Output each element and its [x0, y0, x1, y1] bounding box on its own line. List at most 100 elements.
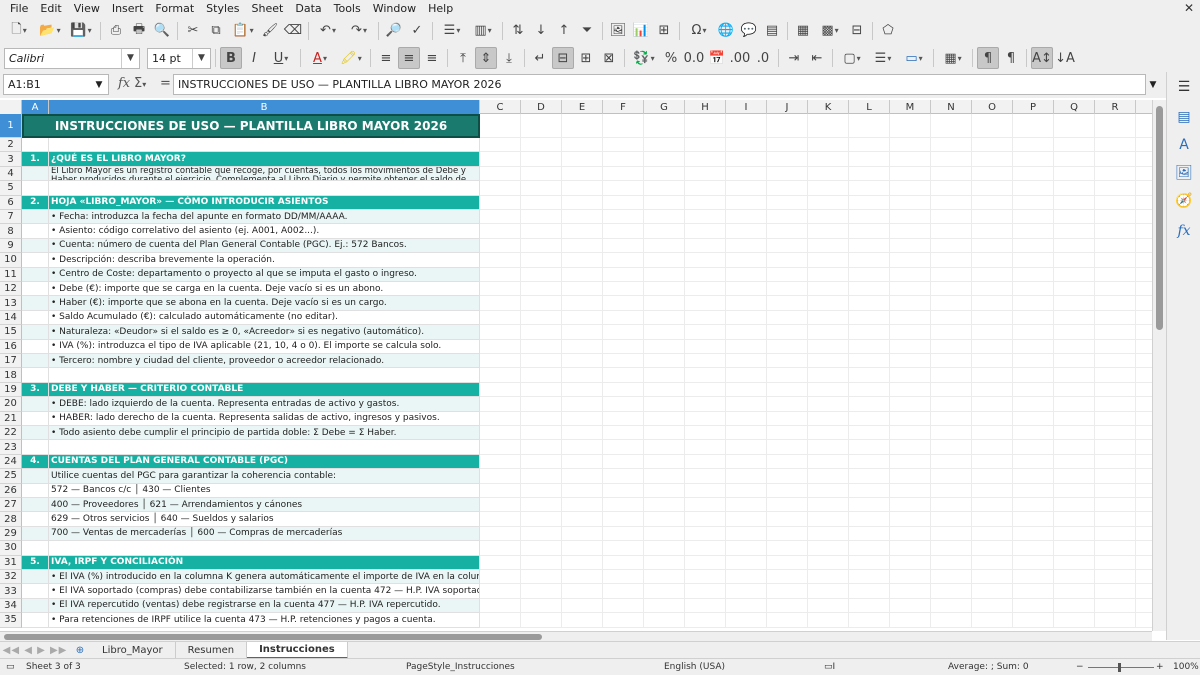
title-cell[interactable]: INSTRUCCIONES DE USO — PLANTILLA LIBRO M… [22, 114, 480, 138]
cell-b[interactable]: • El IVA (%) introducido en la columna K… [49, 570, 480, 585]
empty-cells[interactable] [480, 354, 1152, 369]
status-zoom[interactable]: 100% [1173, 662, 1199, 672]
row-header[interactable]: 3 [0, 152, 22, 167]
empty-cells[interactable] [480, 296, 1152, 311]
font-name-combo[interactable]: Calibri ▼ [4, 47, 140, 69]
cell-b[interactable]: • Tercero: nombre y ciudad del cliente, … [49, 354, 480, 369]
cell-a[interactable] [22, 469, 49, 484]
special-character-icon[interactable]: Ω [684, 20, 714, 42]
align-top-icon[interactable]: ⤒ [452, 47, 474, 69]
menu-data[interactable]: Data [289, 0, 327, 17]
cell-b[interactable]: • Para retenciones de IRPF utilice la cu… [49, 613, 480, 628]
align-right-icon[interactable]: ≡ [421, 47, 443, 69]
increase-indent-icon[interactable]: ⇥ [783, 47, 805, 69]
empty-cells[interactable] [480, 166, 1152, 182]
empty-cells[interactable] [480, 570, 1152, 585]
cell-a[interactable]: 3. [22, 382, 49, 398]
insert-image-icon[interactable]: 🖼 [607, 20, 629, 42]
scroll-thumb[interactable] [4, 634, 542, 640]
row-header[interactable]: 19 [0, 382, 22, 398]
cell-a[interactable] [22, 267, 49, 282]
italic-icon[interactable]: I [243, 47, 265, 69]
tab-resumen[interactable]: Resumen [176, 641, 248, 659]
number-format-icon[interactable]: 0.0 [683, 47, 705, 69]
function-wizard-icon[interactable]: fx [118, 76, 130, 91]
select-all-corner[interactable] [0, 100, 22, 114]
cell-a[interactable] [22, 483, 49, 498]
row-header[interactable]: 9 [0, 238, 22, 254]
menu-view[interactable]: View [68, 0, 106, 17]
tab-libro-mayor[interactable]: Libro_Mayor [90, 641, 176, 659]
cell-a[interactable] [22, 238, 49, 254]
cell-b[interactable]: 629 — Otros servicios │ 640 — Sueldos y … [49, 512, 480, 527]
empty-cells[interactable] [480, 469, 1152, 484]
menu-format[interactable]: Format [149, 0, 200, 17]
cell-a[interactable] [22, 512, 49, 527]
row-header[interactable]: 12 [0, 282, 22, 297]
cell-b[interactable]: • HABER: lado derecho de la cuenta. Repr… [49, 411, 480, 426]
zoom-in-icon[interactable]: + [1156, 662, 1164, 672]
row-header[interactable]: 27 [0, 498, 22, 513]
section-heading-cell[interactable]: DEBE Y HABER — CRITERIO CONTABLE [49, 382, 480, 398]
empty-cells[interactable] [480, 498, 1152, 513]
formula-icon[interactable]: = [160, 76, 171, 91]
cell-b[interactable]: • Naturaleza: «Deudor» si el saldo es ≥ … [49, 325, 480, 340]
cell-a[interactable] [22, 210, 49, 225]
menu-edit[interactable]: Edit [34, 0, 67, 17]
row-header[interactable]: 30 [0, 541, 22, 556]
autofilter-icon[interactable]: ⏷ [576, 20, 598, 42]
cell-b[interactable]: Utilice cuentas del PGC para garantizar … [49, 469, 480, 484]
close-document-icon[interactable]: ✕ [1184, 0, 1194, 17]
header-footer-icon[interactable]: ▤ [761, 20, 783, 42]
empty-cells[interactable] [480, 253, 1152, 268]
menu-tools[interactable]: Tools [328, 0, 367, 17]
column-header-n[interactable]: N [931, 100, 972, 114]
cell-b[interactable]: • El IVA soportado (compras) debe contab… [49, 584, 480, 599]
cell-b[interactable]: • Saldo Acumulado (€): calculado automát… [49, 310, 480, 326]
cell-a[interactable] [22, 411, 49, 426]
row-header[interactable]: 22 [0, 426, 22, 441]
zoom-slider[interactable] [1088, 667, 1154, 668]
menu-window[interactable]: Window [367, 0, 422, 17]
empty-cells[interactable] [480, 195, 1152, 210]
row-header[interactable]: 34 [0, 598, 22, 614]
row-header[interactable]: 29 [0, 526, 22, 542]
font-size-combo[interactable]: 14 pt ▼ [147, 47, 211, 69]
cell-b[interactable]: 700 — Ventas de mercaderías │ 600 — Comp… [49, 526, 480, 542]
copy-icon[interactable]: ⧉ [205, 20, 227, 42]
print-preview-icon[interactable]: 🔍 [151, 20, 173, 42]
column-header-c[interactable]: C [480, 100, 521, 114]
conditional-format-icon[interactable]: ▦ [938, 47, 968, 69]
empty-cells[interactable] [480, 598, 1152, 614]
column-header-g[interactable]: G [644, 100, 685, 114]
row-header[interactable]: 5 [0, 181, 22, 196]
formula-input[interactable]: INSTRUCCIONES DE USO — PLANTILLA LIBRO M… [173, 74, 1146, 95]
row-header[interactable]: 31 [0, 555, 22, 570]
navigator-icon[interactable]: 🧭 [1173, 190, 1195, 212]
empty-cells[interactable] [480, 368, 1152, 383]
font-color-icon[interactable]: A [305, 47, 335, 69]
hyperlink-icon[interactable]: 🌐 [715, 20, 737, 42]
gallery-icon[interactable]: 🖼 [1173, 162, 1195, 184]
empty-cells[interactable] [480, 613, 1152, 628]
cell-a[interactable] [22, 584, 49, 599]
status-page-style[interactable]: PageStyle_Instrucciones [406, 662, 515, 672]
empty-cells[interactable] [480, 152, 1152, 167]
cell-a[interactable] [22, 224, 49, 239]
cell-a[interactable] [22, 526, 49, 542]
name-box[interactable]: A1:B1 ▼ [3, 74, 109, 95]
functions-icon[interactable]: fx [1173, 220, 1195, 242]
empty-cells[interactable] [480, 555, 1152, 570]
row-header[interactable]: 15 [0, 325, 22, 340]
empty-cells[interactable] [480, 483, 1152, 498]
insert-chart-icon[interactable]: 📊 [630, 20, 652, 42]
empty-cells[interactable] [480, 397, 1152, 412]
menu-help[interactable]: Help [422, 0, 459, 17]
currency-format-icon[interactable]: 💱 [629, 47, 659, 69]
date-format-icon[interactable]: 📅 [706, 47, 728, 69]
spreadsheet-grid[interactable]: ABCDEFGHIJKLMNOPQR 1 INSTRUCCIONES DE USO… [0, 100, 1152, 631]
cell-a[interactable] [22, 310, 49, 326]
cell-b[interactable]: • Descripción: describa brevemente la op… [49, 253, 480, 268]
bold-icon[interactable]: B [220, 47, 242, 69]
cell-b[interactable]: • Todo asiento debe cumplir el principio… [49, 426, 480, 441]
